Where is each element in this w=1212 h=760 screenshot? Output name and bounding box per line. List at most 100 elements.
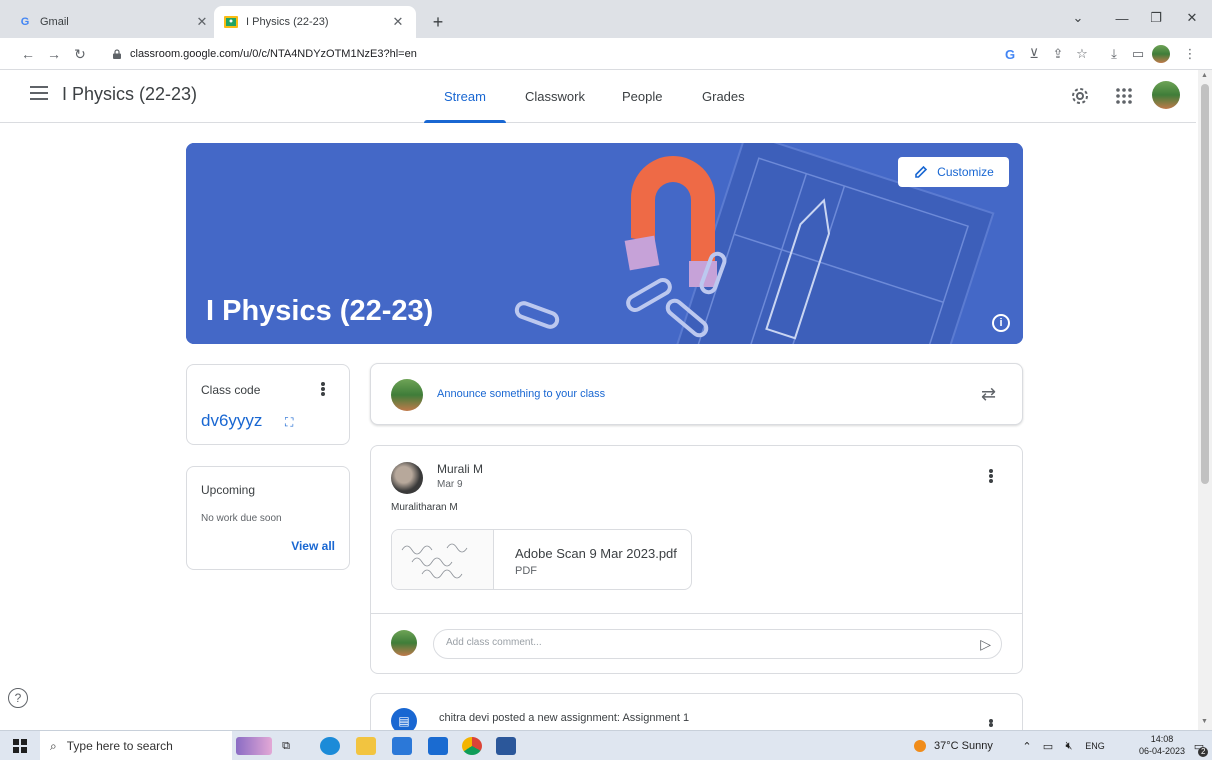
- class-banner: I Physics (22-23) Customize i: [186, 143, 1023, 344]
- weather-icon: [912, 731, 928, 760]
- fullscreen-icon[interactable]: ⛶: [285, 415, 293, 430]
- windows-taskbar: ⌕ Type here to search ⧉ 37°C Sunny ⌃ ▭ 🔇…: [0, 730, 1212, 760]
- bookmark-star-icon[interactable]: ☆: [1072, 44, 1092, 64]
- help-icon[interactable]: ?: [8, 688, 28, 708]
- forward-button[interactable]: →: [44, 44, 64, 64]
- handwriting-thumbnail-icon: [401, 543, 468, 579]
- page-title[interactable]: I Physics (22-23): [62, 84, 197, 105]
- tab-title: Gmail: [40, 16, 69, 28]
- close-icon[interactable]: ✕: [390, 14, 406, 30]
- minimize-button[interactable]: —: [1110, 8, 1134, 28]
- download-icon[interactable]: ⤓: [1104, 44, 1124, 64]
- task-view-icon[interactable]: ⧉: [276, 731, 296, 760]
- edge-icon[interactable]: [320, 737, 340, 755]
- avatar: [391, 462, 423, 494]
- mail-icon[interactable]: [428, 737, 448, 755]
- word-icon[interactable]: [496, 737, 516, 755]
- more-vert-icon[interactable]: [315, 381, 331, 397]
- divider: [371, 613, 1022, 614]
- notification-icon[interactable]: ▭ 2: [1190, 731, 1209, 760]
- info-icon[interactable]: i: [992, 314, 1010, 332]
- clock-time: 14:08: [1150, 734, 1174, 744]
- tab-classroom[interactable]: I Physics (22-23) ✕: [214, 6, 416, 38]
- more-vert-icon[interactable]: ⋮: [1180, 44, 1200, 64]
- attachment-type: PDF: [515, 565, 537, 577]
- language-indicator[interactable]: ENG: [1082, 731, 1108, 760]
- tab-classwork[interactable]: Classwork: [525, 70, 585, 123]
- chrome-icon[interactable]: [462, 737, 482, 755]
- class-code-value: dv6yyyz: [201, 411, 263, 430]
- tab-grades[interactable]: Grades: [702, 70, 745, 123]
- widget-icon[interactable]: [236, 737, 272, 755]
- notification-count: 2: [1198, 746, 1209, 757]
- customize-label: Customize: [937, 165, 994, 179]
- class-code-card: Class code dv6yyyz ⛶: [186, 364, 350, 445]
- classroom-header: I Physics (22-23) Stream Classwork Peopl…: [0, 70, 1196, 123]
- install-icon[interactable]: ⊻: [1024, 44, 1044, 64]
- view-all-link[interactable]: View all: [291, 539, 335, 553]
- close-window-button[interactable]: ✕: [1180, 8, 1204, 28]
- lock-icon: [113, 49, 121, 59]
- volume-muted-icon[interactable]: 🔇︎: [1060, 731, 1078, 760]
- google-icon: G: [20, 16, 30, 28]
- repost-icon[interactable]: ⇄: [981, 384, 996, 405]
- banner-title: I Physics (22-23): [206, 295, 434, 327]
- profile-avatar[interactable]: [1152, 45, 1170, 63]
- taskbar-search[interactable]: ⌕ Type here to search: [40, 731, 232, 760]
- send-icon[interactable]: ▷: [980, 636, 991, 653]
- announce-box[interactable]: Announce something to your class ⇄: [370, 363, 1023, 425]
- scrollbar-thumb[interactable]: [1201, 84, 1209, 484]
- post-body: Muralitharan M: [391, 502, 458, 513]
- announce-prompt[interactable]: Announce something to your class: [437, 388, 605, 400]
- class-comment-field[interactable]: ▷: [433, 629, 1002, 659]
- google-icon[interactable]: G: [1000, 44, 1020, 64]
- more-vert-icon[interactable]: [983, 718, 999, 728]
- post-author: Murali M: [437, 462, 484, 476]
- menu-icon[interactable]: [30, 86, 48, 100]
- restore-button[interactable]: ❐: [1144, 8, 1168, 28]
- assignment-post-text[interactable]: chitra devi posted a new assignment: Ass…: [439, 712, 689, 724]
- upcoming-card: Upcoming No work due soon View all: [186, 466, 350, 570]
- share-icon[interactable]: ⇪: [1048, 44, 1068, 64]
- clock-date: 06-04-2023: [1138, 746, 1186, 756]
- tab-title: I Physics (22-23): [246, 16, 329, 28]
- store-icon[interactable]: [392, 737, 412, 755]
- avatar: [391, 379, 423, 411]
- account-avatar[interactable]: [1152, 81, 1180, 109]
- post-date: Mar 9: [437, 479, 463, 490]
- weather-text[interactable]: 37°C Sunny: [934, 731, 1012, 760]
- file-explorer-icon[interactable]: [356, 737, 376, 755]
- attachment-card[interactable]: Adobe Scan 9 Mar 2023.pdf PDF: [391, 529, 692, 590]
- tab-stream[interactable]: Stream: [424, 70, 506, 123]
- scroll-up-arrow[interactable]: ▲: [1201, 72, 1209, 80]
- tab-people[interactable]: People: [622, 70, 662, 123]
- address-bar: ← → ↻ classroom.google.com/u/0/c/NTA4NDY…: [0, 38, 1212, 70]
- tab-gmail[interactable]: G Gmail ✕: [8, 6, 220, 38]
- network-icon[interactable]: ▭: [1040, 731, 1056, 760]
- url-text: classroom.google.com/u/0/c/NTA4NDYzOTM1N…: [130, 48, 417, 60]
- reload-button[interactable]: ↻: [70, 44, 90, 64]
- side-panel-icon[interactable]: ▭: [1128, 44, 1148, 64]
- search-icon: ⌕: [50, 738, 57, 753]
- class-code-label: Class code: [201, 383, 261, 397]
- url-field[interactable]: classroom.google.com/u/0/c/NTA4NDYzOTM1N…: [112, 44, 417, 64]
- back-button[interactable]: ←: [18, 44, 38, 64]
- upcoming-title: Upcoming: [201, 483, 256, 497]
- comment-input[interactable]: [446, 637, 946, 648]
- taskbar-search-placeholder: Type here to search: [66, 739, 173, 753]
- chevron-down-icon[interactable]: ⌄: [1066, 8, 1090, 28]
- scroll-down-arrow[interactable]: ▼: [1201, 718, 1209, 726]
- assignment-post[interactable]: ▤ chitra devi posted a new assignment: A…: [370, 693, 1023, 734]
- close-icon[interactable]: ✕: [194, 14, 210, 30]
- windows-start-icon[interactable]: [10, 731, 30, 760]
- upcoming-empty-text: No work due soon: [201, 513, 282, 524]
- customize-button[interactable]: Customize: [898, 157, 1009, 187]
- chevron-up-icon[interactable]: ⌃: [1020, 731, 1034, 760]
- new-tab-button[interactable]: +: [428, 12, 448, 32]
- page-scrollbar[interactable]: ▲ ▼: [1198, 70, 1212, 730]
- gear-icon[interactable]: [1066, 82, 1094, 110]
- apps-grid-icon[interactable]: [1110, 82, 1138, 110]
- more-vert-icon[interactable]: [983, 468, 999, 484]
- taskbar-clock[interactable]: 14:08 06-04-2023: [1138, 733, 1186, 757]
- classroom-icon: [224, 15, 238, 29]
